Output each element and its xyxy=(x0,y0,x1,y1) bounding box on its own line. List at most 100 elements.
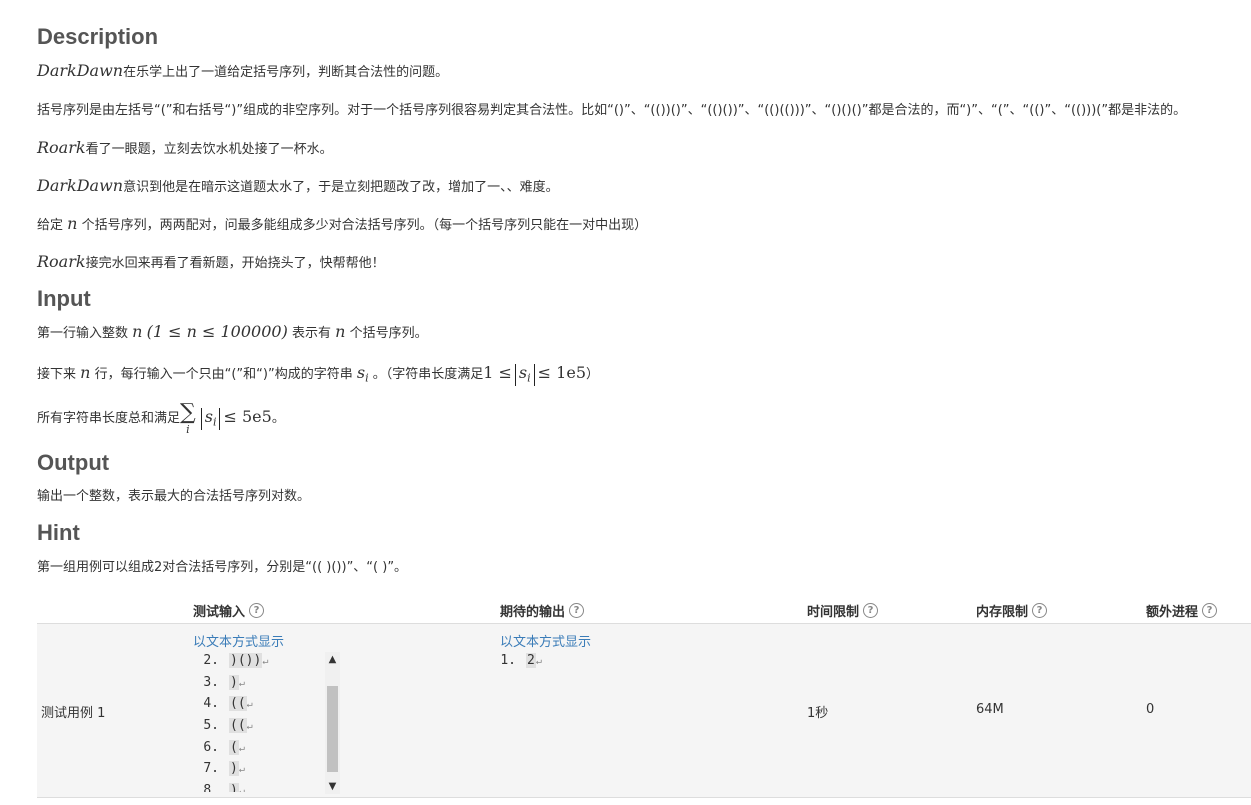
desc-paragraph-5: 给定 n 个括号序列，两两配对，问最多能组成多少对合法括号序列。（每一个括号序列… xyxy=(37,215,647,235)
help-icon[interactable]: ? xyxy=(863,603,879,618)
expected-output-code: 1. 2↵ xyxy=(500,650,542,672)
math-s: s xyxy=(204,407,213,426)
math-darkdawn: DarkDawn xyxy=(37,61,124,80)
line-number: 1. xyxy=(500,653,516,668)
test-input-code[interactable]: 2.)())↵ 3.)↵ 4. ((↵ 5. ((↵ 6. (↵ 7.)↵ 8.)↵ xyxy=(193,650,341,792)
desc-text-5b: 个括号序列，两两配对，问最多能组成多少对合法括号序列。（每一个括号序列只能在一对… xyxy=(81,218,648,233)
line-number: 5. xyxy=(203,718,219,734)
input-text-2d: ） xyxy=(586,367,600,382)
input-line-2: 接下来 n 行，每行输入一个只由“(”和“)”构成的字符串 si 。（字符串长度… xyxy=(37,362,599,390)
help-icon[interactable]: ? xyxy=(1202,603,1218,618)
code-text: ) xyxy=(229,761,239,777)
code-scrollbar[interactable]: ▲ ▼ xyxy=(325,652,340,794)
input-text-2c: 。（字符串长度满足 xyxy=(372,367,484,382)
desc-paragraph-2: 括号序列是由左括号“(”和右括号“)”组成的非空序列。对于一个括号序列很容易判定… xyxy=(37,102,1186,120)
header-label: 时间限制 xyxy=(807,605,860,620)
return-icon: ↵ xyxy=(246,699,253,711)
output-show-as-text-link[interactable]: 以文本方式显示 xyxy=(500,631,591,650)
input-text-1c: 个括号序列。 xyxy=(349,326,428,341)
math-s: s xyxy=(518,363,528,382)
table-header: 测试输入? 期待的输出? 时间限制? 内存限制? 额外进程? xyxy=(37,597,1251,624)
sigma-sum: ∑ i xyxy=(180,400,196,436)
input-text-3a: 所有字符串长度总和满足 xyxy=(37,411,181,426)
code-line: 5. ((↵ xyxy=(193,715,341,737)
desc-text-5a: 给定 xyxy=(37,218,64,233)
math-n-range: (1 ≤ n ≤ 100000) xyxy=(146,322,288,341)
time-limit-value: 1秒 xyxy=(807,706,829,721)
abs-bar-left xyxy=(200,407,202,430)
line-number: 6. xyxy=(203,739,219,755)
abs-bar-left xyxy=(514,363,516,386)
sigma-symbol: ∑ xyxy=(180,400,196,425)
return-icon: ↵ xyxy=(262,656,269,667)
input-text-3b: 。 xyxy=(271,411,285,426)
input-text-2b: 行，每行输入一个只由“(”和“)”构成的字符串 xyxy=(94,367,353,382)
input-text-1b: 表示有 xyxy=(291,326,331,341)
sigma-sub-i: i xyxy=(186,423,190,436)
hint-heading: Hint xyxy=(37,520,80,545)
code-text: ) xyxy=(229,674,239,690)
test-case-table: 测试输入? 期待的输出? 时间限制? 内存限制? 额外进程? 测试用例 1 以文… xyxy=(37,597,1251,798)
math-n: n xyxy=(132,322,143,341)
header-label: 测试输入 xyxy=(193,605,246,620)
output-heading: Output xyxy=(37,450,110,475)
scroll-thumb[interactable] xyxy=(327,686,338,772)
code-line: 6. (↵ xyxy=(193,737,341,759)
math-roark-2: Roark xyxy=(37,252,86,271)
desc-text-6: 接完水回来再看了看新题，开始挠头了，快帮帮他！ xyxy=(85,256,385,271)
desc-text-4: 意识到他是在暗示这道题太水了，于是立刻把题改了改，增加了一、、难度。 xyxy=(123,180,559,195)
line-number: 7. xyxy=(203,761,219,777)
return-icon: ↵ xyxy=(238,742,245,754)
description-heading: Description xyxy=(37,24,159,49)
code-line: 1. 2↵ xyxy=(500,650,542,672)
math-darkdawn-2: DarkDawn xyxy=(37,176,124,195)
code-text: 2 xyxy=(526,653,536,668)
desc-paragraph-4: DarkDawn意识到他是在暗示这道题太水了，于是立刻把题改了改，增加了一、、难… xyxy=(37,177,559,197)
line-number: 3. xyxy=(203,674,219,690)
help-icon[interactable]: ? xyxy=(569,603,585,618)
input-show-as-text-link[interactable]: 以文本方式显示 xyxy=(193,631,284,650)
header-test-input: 测试输入? xyxy=(193,601,265,620)
header-label: 内存限制 xyxy=(976,605,1029,620)
code-line: 8.)↵ xyxy=(193,780,341,792)
input-line-3: 所有字符串长度总和满足 ∑ i si ≤ 5e5。 xyxy=(37,400,285,440)
math-n: n xyxy=(67,214,78,233)
line-number: 8. xyxy=(203,783,219,792)
abs-bar-right xyxy=(533,363,535,386)
input-text-1a: 第一行输入整数 xyxy=(37,326,129,341)
test-case-name: 测试用例 1 xyxy=(41,706,106,721)
desc-paragraph-3: Roark看了一眼题，立刻去饮水机处接了一杯水。 xyxy=(37,139,333,159)
return-icon: ↵ xyxy=(238,786,245,792)
scroll-down-icon[interactable]: ▼ xyxy=(325,779,340,794)
header-extra-process: 额外进程? xyxy=(1146,601,1218,620)
desc-paragraph-6: Roark接完水回来再看了看新题，开始挠头了，快帮帮他！ xyxy=(37,253,385,273)
math-sub-i: i xyxy=(527,371,531,385)
return-icon: ↵ xyxy=(238,677,245,689)
math-sub-i: i xyxy=(212,415,217,429)
return-icon: ↵ xyxy=(535,656,542,667)
desc-text-1: 在乐学上出了一道给定括号序列，判断其合法性的问题。 xyxy=(123,65,449,80)
extra-process-value: 0 xyxy=(1146,702,1155,717)
abs-bar-right xyxy=(219,407,221,430)
memory-limit-value: 64M xyxy=(976,702,1004,717)
code-text: ( xyxy=(229,739,239,755)
line-number: 4. xyxy=(203,696,219,712)
scroll-up-icon[interactable]: ▲ xyxy=(325,652,340,667)
code-text: ) xyxy=(229,783,239,792)
header-label: 额外进程 xyxy=(1146,605,1199,620)
input-line-1: 第一行输入整数 n (1 ≤ n ≤ 100000) 表示有 n 个括号序列。 xyxy=(37,323,428,343)
line-number: 2. xyxy=(203,653,219,668)
code-line: 3.)↵ xyxy=(193,672,341,694)
code-line: 7.)↵ xyxy=(193,758,341,780)
desc-paragraph-1: DarkDawn在乐学上出了一道给定括号序列，判断其合法性的问题。 xyxy=(37,62,448,82)
code-line: 4. ((↵ xyxy=(193,693,341,715)
help-icon[interactable]: ? xyxy=(1032,603,1048,618)
help-icon[interactable]: ? xyxy=(249,603,265,618)
return-icon: ↵ xyxy=(246,721,253,733)
code-text: )()) xyxy=(229,653,263,668)
code-text: (( xyxy=(229,696,247,712)
code-line: 2. )())↵ xyxy=(193,650,341,672)
header-memory-limit: 内存限制? xyxy=(976,601,1048,620)
table-row: 测试用例 1 以文本方式显示 2.)())↵ 3.)↵ 4. ((↵ 5. ((↵ … xyxy=(37,624,1251,798)
math-sub-i: i xyxy=(365,371,369,385)
